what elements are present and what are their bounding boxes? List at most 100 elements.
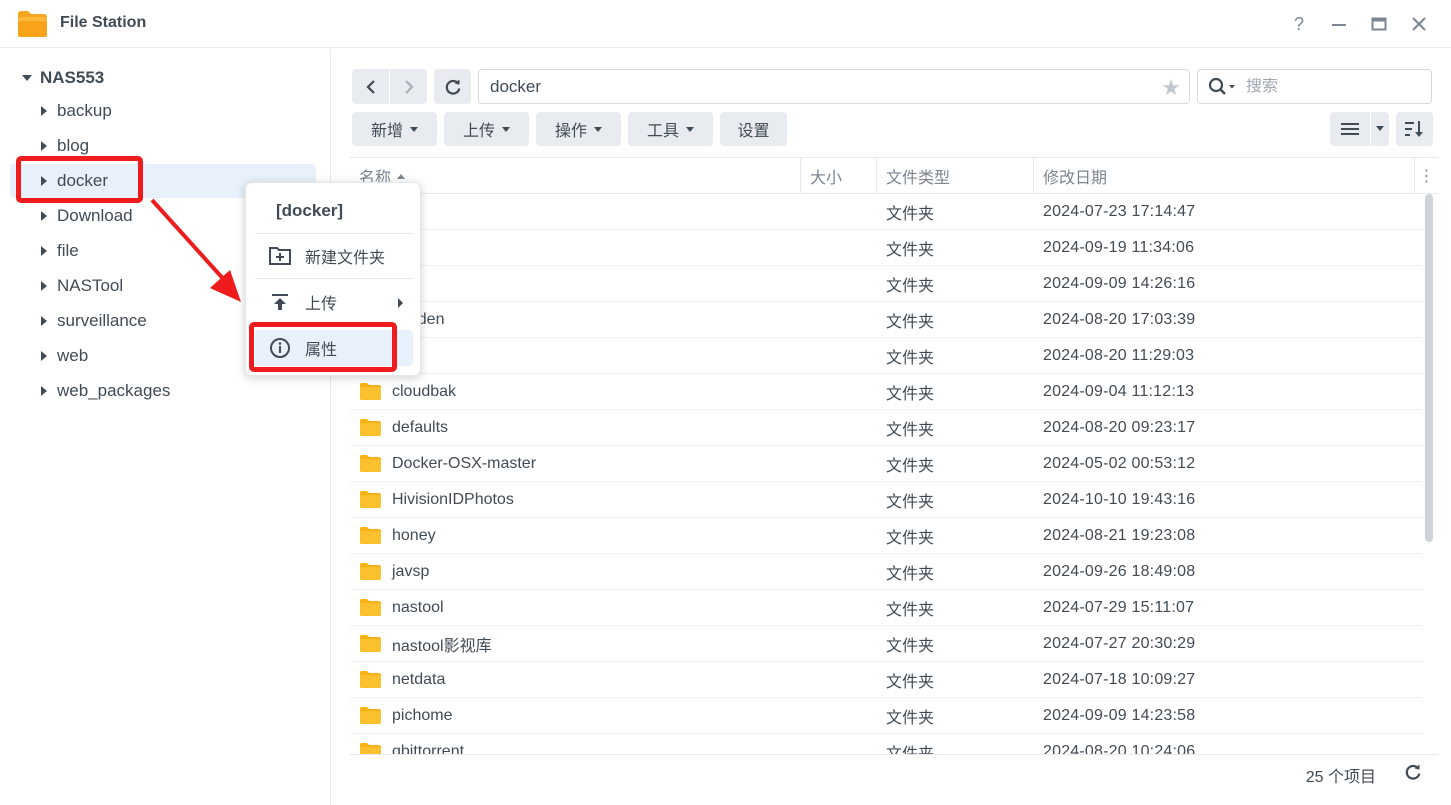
menu-item-new-folder[interactable]: 新建文件夹: [255, 238, 413, 274]
file-row[interactable]: defaults 文件夹 2024-08-20 09:23:17: [350, 410, 1422, 446]
collapse-caret-icon[interactable]: [41, 246, 47, 256]
tree-item-web-packages[interactable]: web_packages: [10, 374, 316, 408]
sort-button[interactable]: [1396, 112, 1433, 146]
file-row[interactable]: warden文件夹2024-08-20 17:03:39: [350, 302, 1422, 338]
file-row[interactable]: javsp 文件夹 2024-09-26 18:49:08: [350, 554, 1422, 590]
minimize-icon[interactable]: [1325, 10, 1353, 38]
file-type: 文件夹: [886, 674, 935, 691]
upload-label: 上传: [462, 123, 495, 140]
file-name: javsp: [392, 563, 430, 580]
create-button[interactable]: 新增: [352, 112, 437, 146]
file-modified: 2024-07-18 10:09:27: [1043, 671, 1196, 688]
help-icon[interactable]: ?: [1285, 10, 1313, 38]
file-name: defaults: [392, 419, 449, 436]
file-row[interactable]: pichome 文件夹 2024-09-09 14:23:58: [350, 698, 1422, 734]
collapse-caret-icon[interactable]: [41, 316, 47, 326]
upload-button[interactable]: 上传: [444, 112, 529, 146]
search-icon[interactable]: [1208, 77, 1238, 97]
search-input[interactable]: [1246, 77, 1406, 96]
tree-item-label: web_packages: [57, 381, 171, 400]
status-refresh-icon[interactable]: [1404, 763, 1422, 786]
file-row[interactable]: ta文件夹2024-09-09 14:26:16: [350, 266, 1422, 302]
file-modified: 2024-07-23 17:14:47: [1043, 203, 1196, 220]
vertical-scrollbar[interactable]: [1424, 194, 1433, 754]
file-row[interactable]: qbittorrent 文件夹 2024-08-20 10:24:06: [350, 734, 1422, 754]
back-button[interactable]: [352, 69, 389, 104]
file-modified: 2024-08-20 11:29:03: [1043, 347, 1195, 364]
collapse-caret-icon[interactable]: [41, 211, 47, 221]
tree-item-label: blog: [57, 136, 90, 155]
maximize-icon[interactable]: [1365, 10, 1393, 38]
expand-caret-icon[interactable]: [22, 75, 32, 81]
file-row[interactable]: honey 文件夹 2024-08-21 19:23:08: [350, 518, 1422, 554]
scrollbar-thumb[interactable]: [1425, 194, 1433, 542]
create-label: 新增: [370, 123, 403, 140]
file-type: 文件夹: [886, 278, 935, 295]
dropdown-arrow-icon: [686, 126, 694, 132]
collapse-caret-icon[interactable]: [41, 351, 47, 361]
file-modified: 2024-09-09 14:23:58: [1043, 707, 1196, 724]
file-row[interactable]: Docker-OSX-master 文件夹 2024-05-02 00:53:12: [350, 446, 1422, 482]
list-view-button[interactable]: [1330, 112, 1370, 146]
close-icon[interactable]: [1405, 10, 1433, 38]
file-row[interactable]: 文件夹 2024-07-23 17:14:47: [350, 194, 1422, 230]
collapse-caret-icon[interactable]: [41, 386, 47, 396]
file-name: Docker-OSX-master: [392, 455, 537, 472]
file-row[interactable]: d文件夹2024-08-20 11:29:03: [350, 338, 1422, 374]
folder-icon: [360, 527, 381, 544]
column-size-header[interactable]: 大小: [800, 158, 876, 194]
file-row[interactable]: M文件夹2024-09-19 11:34:06: [350, 230, 1422, 266]
file-type: 文件夹: [886, 458, 935, 475]
menu-divider: [255, 278, 413, 279]
column-type-label: 文件类型: [886, 170, 951, 187]
file-type: 文件夹: [886, 566, 935, 583]
file-row[interactable]: netdata 文件夹 2024-07-18 10:09:27: [350, 662, 1422, 698]
file-type: 文件夹: [886, 530, 935, 547]
file-type: 文件夹: [886, 386, 935, 403]
tools-button[interactable]: 工具: [628, 112, 713, 146]
file-station-app-icon: [18, 11, 47, 37]
file-name: netdata: [392, 671, 446, 688]
file-type: 文件夹: [886, 602, 935, 619]
file-name: qbittorrent: [392, 743, 465, 754]
file-row[interactable]: nastool影视库 文件夹 2024-07-27 20:30:29: [350, 626, 1422, 662]
file-type: 文件夹: [886, 710, 935, 727]
tree-item-label: surveillance: [57, 311, 147, 330]
menu-item-label: 上传: [305, 296, 338, 313]
folder-icon: [360, 671, 381, 688]
file-name: HivisionIDPhotos: [392, 491, 514, 508]
column-options-icon[interactable]: ⋮: [1414, 158, 1438, 194]
collapse-caret-icon[interactable]: [41, 281, 47, 291]
file-type: 文件夹: [886, 734, 934, 754]
refresh-button[interactable]: [434, 69, 471, 104]
chevron-down-icon: [1376, 126, 1384, 131]
file-name: nastool: [392, 599, 444, 616]
star-icon[interactable]: ★: [1161, 75, 1181, 101]
menu-item-upload[interactable]: 上传: [255, 284, 413, 320]
tree-item-backup[interactable]: backup: [10, 94, 316, 128]
file-type: 文件夹: [886, 206, 935, 223]
collapse-caret-icon[interactable]: [41, 141, 47, 151]
file-row[interactable]: HivisionIDPhotos 文件夹 2024-10-10 19:43:16: [350, 482, 1422, 518]
column-modified-header[interactable]: 修改日期: [1033, 158, 1413, 194]
settings-button[interactable]: 设置: [720, 112, 787, 146]
action-button[interactable]: 操作: [536, 112, 621, 146]
file-modified: 2024-09-26 18:49:08: [1043, 563, 1196, 580]
close-glyph: [1412, 17, 1426, 31]
file-row[interactable]: nastool 文件夹 2024-07-29 15:11:07: [350, 590, 1422, 626]
file-type: 文件夹: [886, 494, 935, 511]
view-dropdown-button[interactable]: [1371, 112, 1389, 146]
folder-icon: [360, 599, 381, 616]
folder-icon: [360, 419, 381, 436]
file-row[interactable]: cloudbak 文件夹 2024-09-04 11:12:13: [350, 374, 1422, 410]
sort-icon: [1404, 121, 1423, 137]
search-box[interactable]: [1197, 69, 1432, 104]
column-type-header[interactable]: 文件类型: [876, 158, 1033, 194]
file-modified: 2024-09-19 11:34:06: [1043, 239, 1195, 256]
tree-root-nas553[interactable]: NAS553: [22, 67, 104, 89]
forward-button[interactable]: [390, 69, 427, 104]
file-modified: 2024-07-29 15:11:07: [1043, 599, 1195, 616]
path-field[interactable]: docker ★: [478, 69, 1190, 104]
annotation-box-docker: [16, 156, 143, 203]
collapse-caret-icon[interactable]: [41, 106, 47, 116]
